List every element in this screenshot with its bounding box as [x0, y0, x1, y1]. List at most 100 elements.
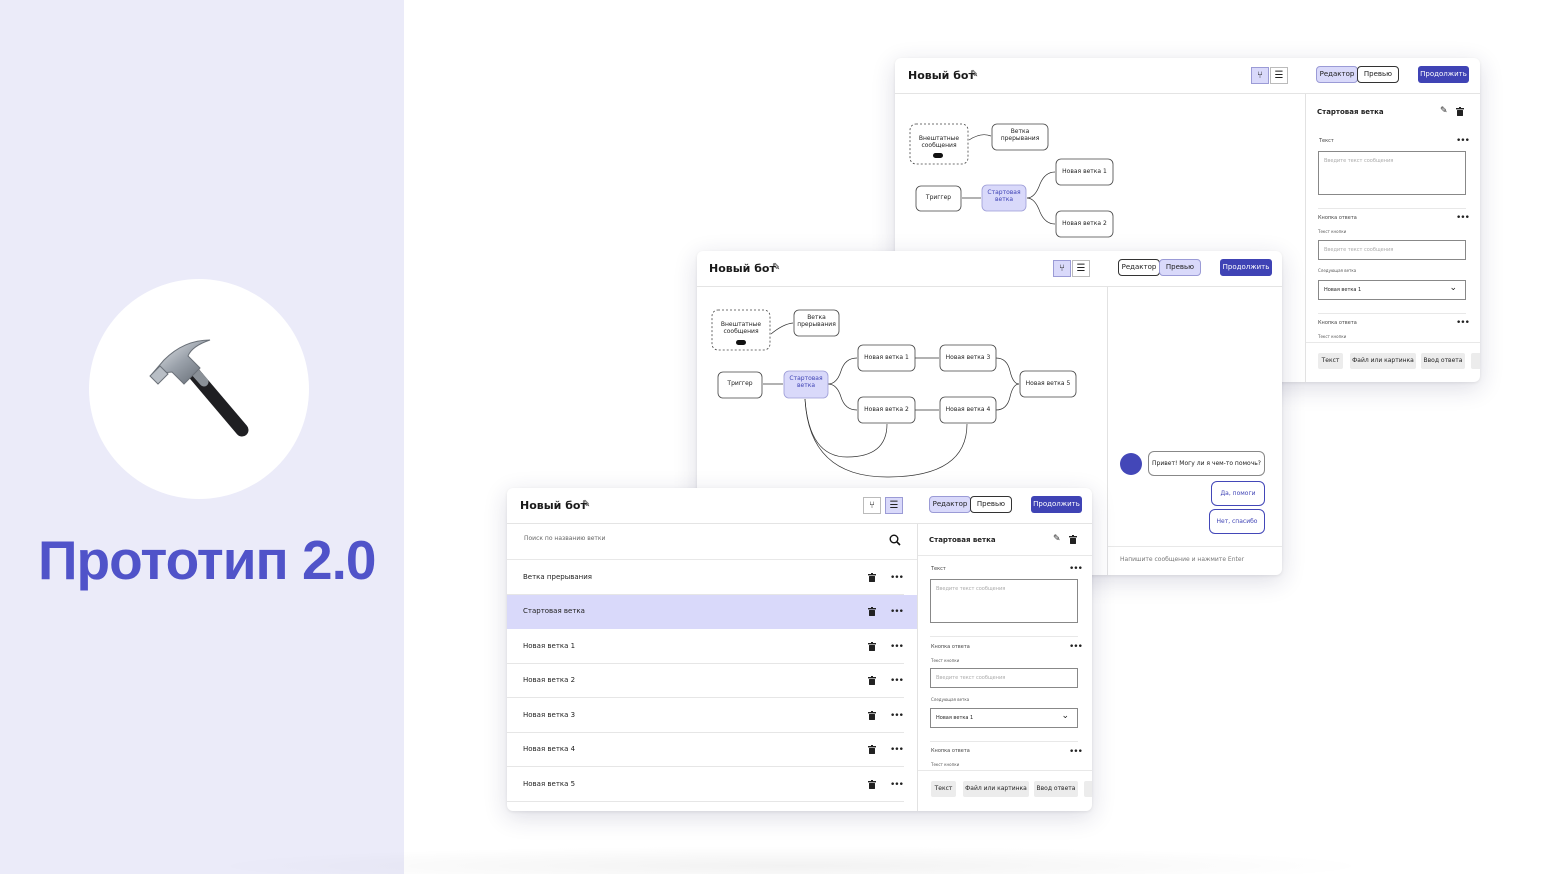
add-file-button[interactable]: Файл или картинка	[963, 781, 1029, 797]
floor-shadow	[200, 846, 1380, 874]
text-input[interactable]: Введите текст сообщения	[1318, 151, 1466, 195]
divider	[918, 770, 1092, 771]
reply-button[interactable]: Нет, спасибо	[1209, 509, 1265, 534]
more-icon[interactable]: •••	[890, 746, 904, 755]
trash-icon[interactable]	[868, 607, 876, 616]
list-item[interactable]: Новая ветка 1 •••	[507, 630, 904, 664]
continue-button[interactable]: Продолжить	[1031, 496, 1082, 513]
search-icon[interactable]	[889, 534, 901, 546]
list-item[interactable]: Стартовая ветка •••	[507, 595, 917, 629]
divider	[1318, 208, 1466, 209]
more-icon[interactable]: •••	[890, 574, 904, 583]
chat-input[interactable]: Напишите сообщение и нажмите Enter	[1120, 556, 1244, 563]
button-text-input[interactable]: Введите текст сообщения	[1318, 240, 1466, 260]
tab-preview[interactable]: Превью	[1159, 259, 1201, 276]
bot-name: Новый бот	[520, 499, 587, 512]
add-more-button[interactable]	[1084, 781, 1092, 797]
reply-button-label: Кнопка ответа	[931, 748, 970, 754]
add-text-button[interactable]: Текст	[931, 781, 956, 797]
node-label: Новая ветка 2	[864, 406, 909, 413]
trash-icon[interactable]	[868, 676, 876, 685]
text-label: Текст	[1319, 138, 1334, 144]
trash-icon[interactable]	[868, 711, 876, 720]
list-view-toggle[interactable]: ☰	[885, 497, 903, 514]
editor-title: Стартовая ветка	[1317, 108, 1384, 116]
trash-icon[interactable]	[868, 642, 876, 651]
more-icon[interactable]: •••	[1456, 319, 1470, 328]
trash-icon[interactable]	[1069, 535, 1077, 544]
node-label: Ветка прерывания	[797, 314, 836, 328]
more-icon[interactable]: •••	[890, 781, 904, 790]
tree-view-toggle[interactable]: ⑂	[1053, 260, 1071, 277]
list-item-label: Новая ветка 2	[523, 676, 576, 684]
trash-icon[interactable]	[868, 745, 876, 754]
more-icon[interactable]: •••	[1069, 643, 1083, 652]
window-header: Новый бот ✎ ⑂ ☰ Редактор Превью Продолжи…	[895, 58, 1480, 94]
window-list-editor: Новый бот ✎ ⑂ ☰ Редактор Превью Продолжи…	[507, 488, 1092, 811]
list-item[interactable]: Новая ветка 2 •••	[507, 664, 904, 698]
list-item-label: Ветка прерывания	[523, 573, 592, 581]
pencil-icon[interactable]: ✎	[1440, 106, 1448, 116]
bot-name: Новый бот	[709, 262, 776, 275]
add-text-button[interactable]: Текст	[1318, 353, 1343, 369]
continue-button[interactable]: Продолжить	[1220, 259, 1272, 276]
more-icon[interactable]: •••	[1456, 214, 1470, 223]
trash-icon[interactable]	[1456, 107, 1464, 116]
window-header: Новый бот ✎ ⑂ ☰ Редактор Превью Продолжи…	[697, 251, 1282, 287]
tree-view-toggle[interactable]: ⑂	[863, 497, 881, 514]
more-icon[interactable]: •••	[890, 643, 904, 652]
tab-preview[interactable]: Превью	[1357, 66, 1399, 83]
more-icon[interactable]: •••	[1069, 748, 1083, 757]
list-item-label: Новая ветка 4	[523, 745, 576, 753]
hammer-icon	[149, 339, 249, 437]
button-text-label: Текст кнопки	[931, 762, 960, 767]
continue-button[interactable]: Продолжить	[1418, 66, 1469, 83]
list-item[interactable]: Новая ветка 3 •••	[507, 699, 904, 733]
more-icon[interactable]: •••	[890, 608, 904, 617]
trash-icon[interactable]	[868, 780, 876, 789]
panel-divider	[1305, 94, 1306, 382]
list-item[interactable]: Новая ветка 4 •••	[507, 733, 904, 767]
node-label: Новая ветка 3	[945, 354, 991, 361]
node-label: Ветка прерывания	[1000, 128, 1040, 142]
node-label: Новая ветка 5	[1025, 380, 1071, 387]
button-text-input[interactable]: Введите текст сообщения	[930, 668, 1078, 688]
node-label: Новая ветка 1	[1062, 168, 1107, 175]
add-more-button[interactable]	[1471, 353, 1480, 369]
next-branch-select[interactable]: Новая ветка 1 ⌄	[930, 708, 1078, 728]
pencil-icon[interactable]: ✎	[1053, 534, 1061, 544]
search-input[interactable]: Поиск по названию ветки	[524, 535, 605, 542]
text-input[interactable]: Введите текст сообщения	[930, 579, 1078, 623]
more-icon[interactable]: •••	[890, 712, 904, 721]
node-label: Новая ветка 4	[945, 406, 991, 413]
list-item[interactable]: Новая ветка 5 •••	[507, 768, 904, 802]
tab-editor[interactable]: Редактор	[1118, 259, 1160, 276]
pencil-icon[interactable]: ✎	[582, 499, 590, 510]
tab-editor[interactable]: Редактор	[1316, 66, 1358, 83]
list-view-toggle[interactable]: ☰	[1270, 67, 1288, 84]
tab-preview[interactable]: Превью	[970, 496, 1012, 513]
pencil-icon[interactable]: ✎	[970, 69, 978, 80]
add-file-button[interactable]: Файл или картинка	[1350, 353, 1416, 369]
list-item-label: Стартовая ветка	[523, 607, 585, 615]
pencil-icon[interactable]: ✎	[772, 262, 780, 273]
reply-button-label: Кнопка ответа	[931, 644, 970, 650]
slide-title: Прототип 2.0	[38, 529, 376, 591]
tab-editor[interactable]: Редактор	[929, 496, 971, 513]
list-view-toggle[interactable]: ☰	[1072, 260, 1090, 277]
reply-button[interactable]: Да, помоги	[1211, 481, 1265, 506]
divider	[1108, 546, 1282, 547]
window-header: Новый бот ✎ ⑂ ☰ Редактор Превью Продолжи…	[507, 488, 1092, 524]
tree-view-toggle[interactable]: ⑂	[1251, 67, 1269, 84]
more-icon[interactable]: •••	[1456, 137, 1470, 146]
more-icon[interactable]: •••	[890, 677, 904, 686]
node-label: Стартовая ветка	[789, 375, 823, 389]
next-branch-select[interactable]: Новая ветка 1 ⌄	[1318, 280, 1466, 300]
add-input-button[interactable]: Ввод ответа	[1034, 781, 1078, 797]
list-item[interactable]: Ветка прерывания •••	[507, 561, 904, 595]
more-icon[interactable]: •••	[1069, 565, 1083, 574]
divider	[1318, 313, 1466, 314]
trash-icon[interactable]	[868, 573, 876, 582]
button-text-label: Текст кнопки	[1318, 334, 1347, 339]
add-input-button[interactable]: Ввод ответа	[1421, 353, 1465, 369]
